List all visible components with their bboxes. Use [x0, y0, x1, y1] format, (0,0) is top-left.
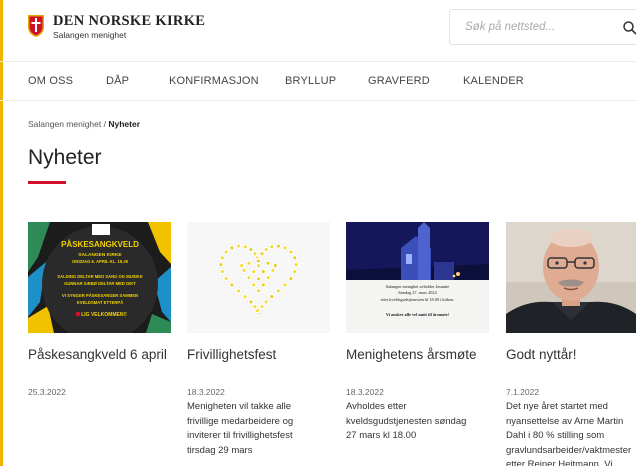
church-shield-icon — [28, 15, 44, 37]
news-card[interactable]: Frivillighetsfest 18.3.2022 Menigheten v… — [187, 222, 332, 456]
poster-date: ONSDAG 6. APRIL KL. 19.30 — [72, 259, 129, 264]
poster-line2: GUNNAR SÆBØ DELTAR MED DIKT — [64, 281, 136, 286]
main-nav: OM OSS DÅP KONFIRMASJON BRYLLUP GRAVFERD… — [0, 61, 636, 101]
news-title[interactable]: Godt nyttår! — [506, 347, 577, 362]
logo-text: DEN NORSKE KIRKE Salangen menighet — [53, 13, 206, 41]
daisy-flower — [228, 281, 236, 289]
daisy-flower — [250, 281, 258, 289]
news-card[interactable]: Godt nyttår! 7.1.2022 Det nye året start… — [506, 222, 636, 466]
nav-item-konfirmasjon[interactable]: KONFIRMASJON — [169, 75, 259, 87]
daisy-flower — [268, 243, 276, 251]
poster-graphic: PÅSKESANGKVELD SALANGEN KIRKE ONSDAG 6. … — [28, 222, 171, 333]
nav-item-dap[interactable]: DÅP — [106, 75, 129, 87]
news-title[interactable]: Påskesangkveld 6 april — [28, 347, 167, 362]
daisy-flower — [281, 281, 289, 289]
daisy-flower — [245, 273, 253, 282]
news-date: 7.1.2022 — [506, 387, 540, 397]
portrait-graphic — [506, 222, 636, 333]
nav-item-gravferd[interactable]: GRAVFERD — [368, 75, 430, 87]
news-title[interactable]: Frivillighetsfest — [187, 347, 276, 362]
daisy-flower — [291, 254, 299, 262]
news-date: 25.3.2022 — [28, 387, 66, 397]
daisy-flower — [254, 261, 263, 270]
daisy-flower — [291, 268, 299, 276]
daisy-flower — [247, 298, 255, 306]
poster-welcome: LIG VELKOMMEN!! — [81, 312, 127, 318]
daisy-flower — [274, 287, 283, 295]
daisy-flower — [287, 274, 295, 283]
daisy-flower — [217, 260, 225, 269]
notice-line4: Vi ønsker alle vel møtt til årsmøte! — [386, 312, 450, 317]
notice-line2: Søndag 27. mars 2022 — [398, 290, 436, 295]
poster-line3: VI SYNGER PÅSKESANGER SAMMEN — [62, 293, 138, 298]
flower-heart-graphic — [187, 222, 330, 333]
poster-title: PÅSKESANGKVELD — [61, 240, 139, 249]
daisy-flower — [218, 254, 226, 262]
daisy-flower — [268, 292, 276, 301]
site-header: DEN NORSKE KIRKE Salangen menighet Søk p… — [0, 0, 636, 60]
news-card[interactable]: Salangen menighet avholder årsmøte Sønda… — [346, 222, 491, 441]
daisy-flower — [259, 281, 267, 289]
news-card[interactable]: PÅSKESANGKVELD SALANGEN KIRKE ONSDAG 6. … — [28, 222, 173, 397]
search-input[interactable]: Søk på nettsted... — [449, 9, 636, 45]
news-excerpt: Avholdes etter kveldsgudstjenesten sønda… — [346, 401, 467, 441]
daisy-flower — [254, 287, 263, 295]
news-image-church-notice[interactable]: Salangen menighet avholder årsmøte Sønda… — [346, 222, 489, 333]
poster-church: SALANGEN KIRKE — [78, 252, 122, 258]
notice-line1: Salangen menighet avholder årsmøte — [386, 284, 450, 289]
daisy-flower — [245, 259, 253, 267]
poster-line1: SALDING DELTAR MED SANG OG MUSIKK — [57, 274, 142, 279]
notice-line3: etter kveldsgudstjenesten kl 18.00 i kir… — [381, 297, 455, 302]
daisy-flower — [254, 275, 263, 283]
daisy-flower — [292, 260, 300, 269]
poster-line4: KVELDSMAT ETTERPÅ — [77, 300, 123, 305]
page-title: Nyheter — [28, 146, 102, 169]
church-notice-graphic: Salangen menighet avholder årsmøte Sønda… — [346, 222, 489, 333]
parish-name: Salangen menighet — [53, 30, 127, 40]
daisy-flower — [287, 248, 295, 256]
breadcrumb-current: Nyheter — [108, 119, 141, 129]
daisy-flower — [234, 287, 243, 295]
daisy-flower — [228, 244, 236, 252]
daisy-flower — [238, 261, 246, 270]
nav-item-kalender[interactable]: KALENDER — [463, 75, 524, 87]
news-image-flower-heart[interactable] — [187, 222, 330, 333]
news-excerpt: Menigheten vil takke alle frivillige med… — [187, 401, 294, 456]
news-excerpt: Det nye året startet med nyansettelse av… — [506, 401, 632, 466]
news-date: 18.3.2022 — [346, 387, 384, 397]
daisy-flower — [222, 248, 230, 256]
daisy-flower — [218, 268, 226, 276]
daisy-flower — [281, 244, 289, 252]
search-icon[interactable] — [622, 20, 636, 36]
daisy-flower — [234, 242, 243, 250]
daisy-flower — [264, 259, 272, 267]
daisy-flower — [271, 261, 279, 270]
daisy-flower — [241, 292, 249, 301]
title-underline — [28, 181, 66, 184]
daisy-flower — [222, 274, 230, 283]
daisy-flower — [274, 242, 283, 250]
site-logo[interactable]: DEN NORSKE KIRKE Salangen menighet — [27, 14, 205, 40]
breadcrumb-parent[interactable]: Salangen menighet — [28, 119, 101, 129]
news-image-portrait[interactable] — [506, 222, 636, 333]
breadcrumb: Salangen menighet / Nyheter — [28, 119, 140, 129]
news-image-poster[interactable]: PÅSKESANGKVELD SALANGEN KIRKE ONSDAG 6. … — [28, 222, 171, 333]
news-title[interactable]: Menighetens årsmøte — [346, 347, 477, 362]
nav-item-bryllup[interactable]: BRYLLUP — [285, 75, 336, 87]
daisy-flower — [264, 273, 272, 282]
org-name: DEN NORSKE KIRKE — [53, 13, 206, 29]
daisy-flower — [259, 267, 267, 276]
search-placeholder: Søk på nettsted... — [465, 21, 556, 33]
daisy-flower — [250, 267, 258, 276]
news-date: 18.3.2022 — [187, 387, 225, 397]
nav-item-om-oss[interactable]: OM OSS — [28, 75, 73, 87]
